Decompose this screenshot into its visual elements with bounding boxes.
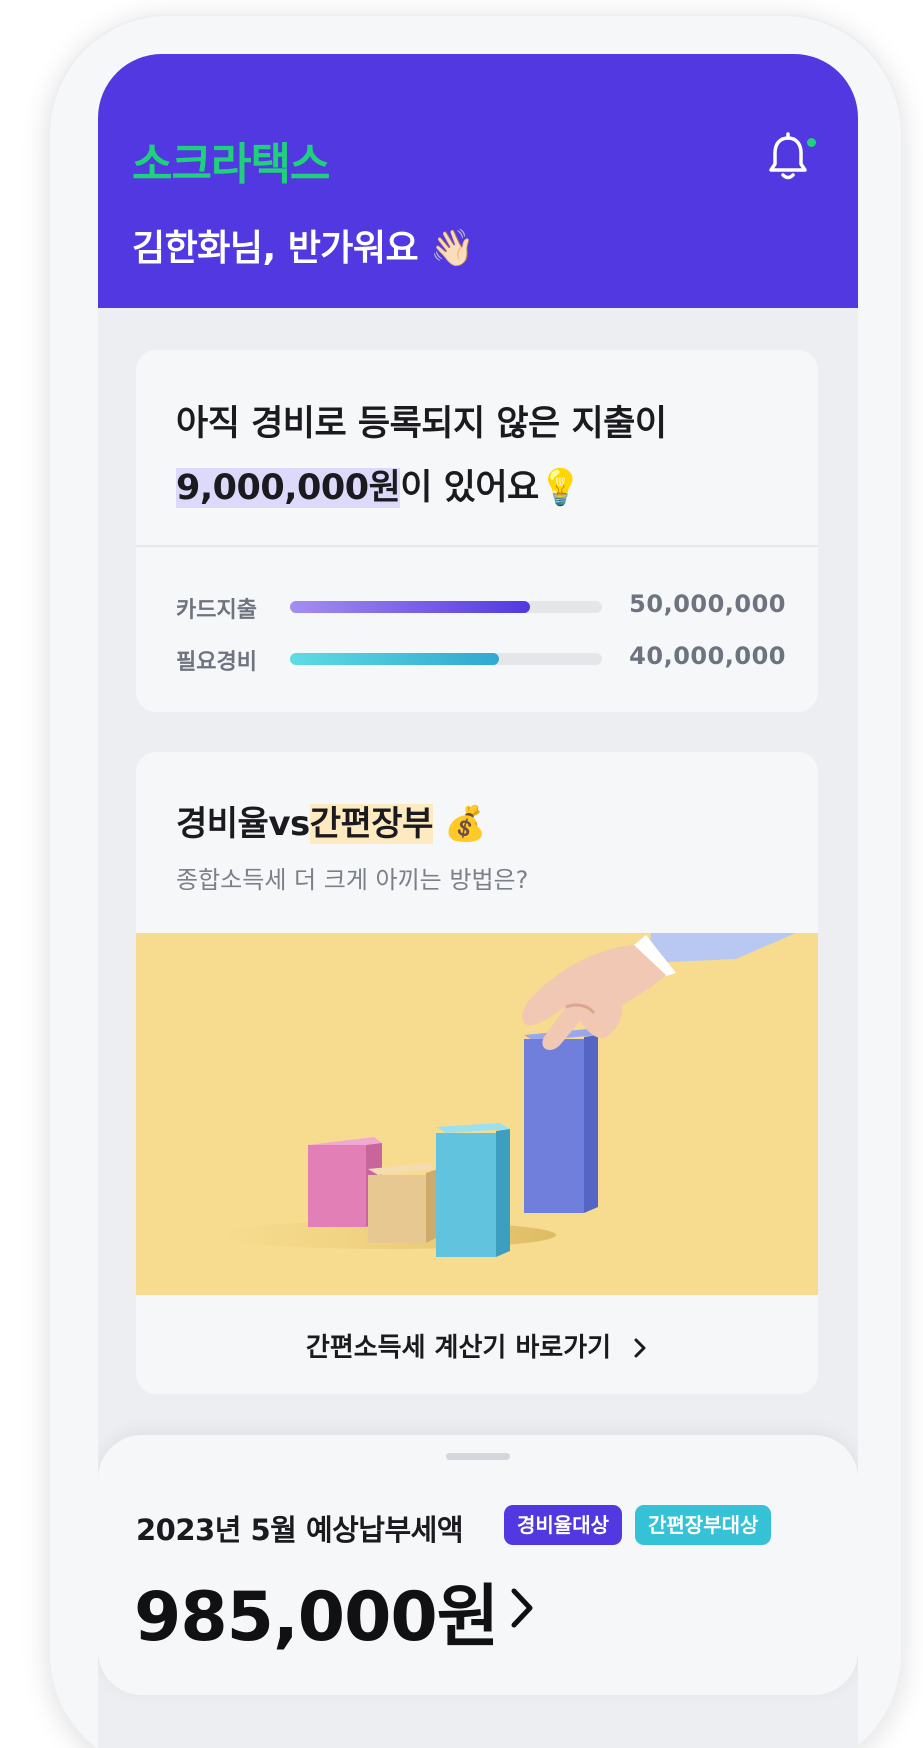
promo-title: 경비율vs간편장부 💰 — [176, 796, 487, 845]
required-expense-value: 40,000,000 — [629, 642, 786, 670]
card-spending-value: 50,000,000 — [629, 590, 786, 618]
greeting-label: 김한화님, 반가워요 — [132, 228, 419, 269]
required-expense-bar-fill — [290, 653, 500, 665]
calculator-link[interactable]: 간편소득세 계산기 바로가기 — [136, 1327, 818, 1364]
tax-estimate-sheet[interactable]: 2023년 5월 예상납부세액 경비율대상 간편장부대상 985,000원 — [98, 1435, 858, 1695]
simple-ledger-badge: 간편장부대상 — [635, 1505, 772, 1545]
bar-chart-illustration — [136, 933, 818, 1295]
chevron-right-icon — [634, 1338, 646, 1358]
app-screen: 소크라택스 김한화님, 반가워요 👋🏻 아직 경비로 등록되지 않은 지출이 9… — [98, 54, 858, 1748]
expense-title-line1: 아직 경비로 등록되지 않은 지출이 — [176, 404, 667, 444]
expected-tax-label: 2023년 5월 예상납부세액 — [136, 1513, 464, 1547]
promo-card[interactable]: 경비율vs간편장부 💰 종합소득세 더 크게 아끼는 방법은? 간편소득세 계산… — [136, 752, 818, 1394]
bell-icon[interactable] — [766, 132, 810, 182]
expected-tax-amount[interactable]: 985,000원 — [134, 1561, 499, 1660]
greeting-text: 김한화님, 반가워요 👋🏻 — [132, 219, 475, 271]
promo-subtitle: 종합소득세 더 크게 아끼는 방법은? — [176, 866, 529, 894]
money-bag-icon: 💰 — [444, 804, 487, 844]
card-spending-label: 카드지출 — [176, 598, 257, 623]
required-expense-label: 필요경비 — [176, 650, 257, 675]
wave-emoji: 👋🏻 — [430, 228, 475, 269]
card-spending-bar — [290, 601, 602, 613]
card-spending-bar-fill — [290, 601, 531, 613]
lightbulb-icon: 💡 — [538, 468, 583, 508]
expense-rate-badge: 경비율대상 — [504, 1505, 622, 1545]
card-spending-row: 카드지출 50,000,000 — [176, 586, 786, 626]
app-logo: 소크라택스 — [132, 139, 330, 190]
app-header: 소크라택스 김한화님, 반가워요 👋🏻 — [98, 54, 858, 308]
chevron-right-icon[interactable] — [506, 1585, 538, 1631]
unregistered-expense-card[interactable]: 아직 경비로 등록되지 않은 지출이 9,000,000원이 있어요💡 카드지출… — [136, 350, 818, 712]
calculator-link-label: 간편소득세 계산기 바로가기 — [305, 1333, 612, 1363]
expense-card-title: 아직 경비로 등록되지 않은 지출이 9,000,000원이 있어요💡 — [176, 392, 667, 520]
highlight-amount: 9,000,000원 — [176, 468, 401, 508]
required-expense-bar — [290, 653, 602, 665]
expense-title-line2: 9,000,000원이 있어요💡 — [176, 456, 667, 520]
promo-title-prefix: 경비율vs — [176, 804, 310, 844]
promo-title-highlight: 간편장부 — [309, 804, 433, 844]
card-divider — [136, 545, 818, 547]
required-expense-row: 필요경비 40,000,000 — [176, 638, 786, 678]
notification-dot — [807, 138, 816, 147]
sheet-drag-handle[interactable] — [446, 1453, 510, 1460]
expense-title-rest: 이 있어요 — [400, 468, 539, 508]
